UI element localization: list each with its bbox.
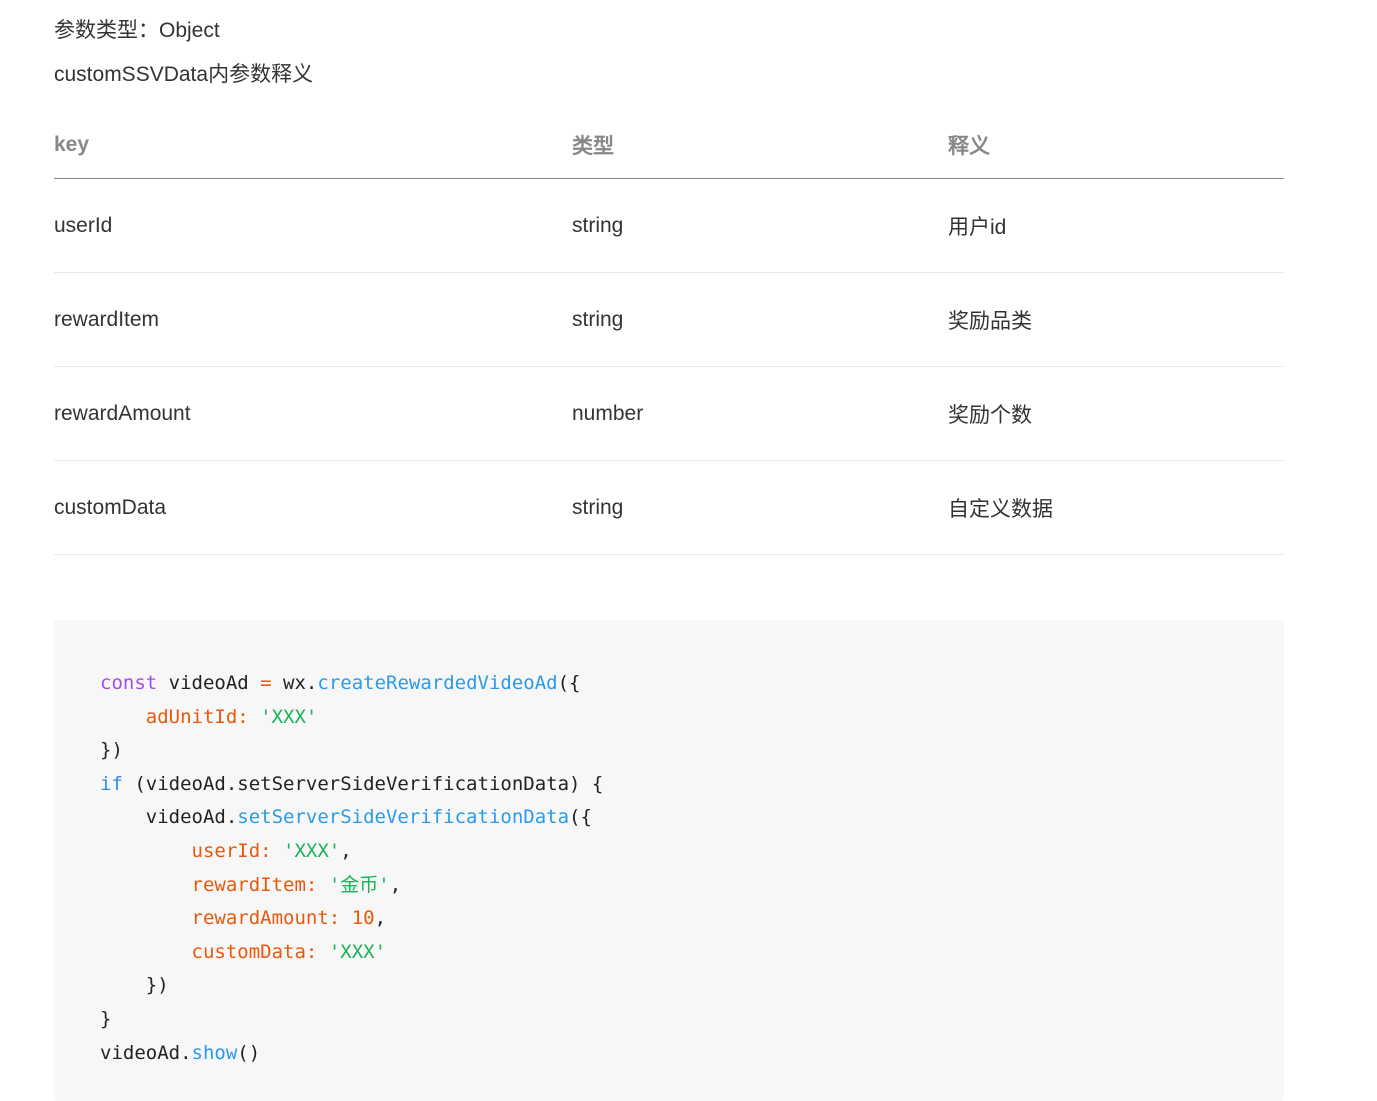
params-table: key 类型 释义 userId string 用户id rewardItem … bbox=[54, 112, 1284, 555]
cell-key: customData bbox=[54, 460, 572, 555]
code-punct: }) bbox=[100, 739, 123, 762]
param-type-line: 参数类型：Object bbox=[54, 19, 220, 42]
code-prop-userid: userId: bbox=[191, 839, 272, 862]
code-fn-create: createRewardedVideoAd bbox=[317, 672, 558, 694]
cell-type: string bbox=[572, 460, 948, 555]
param-desc-title: customSSVData内参数释义 bbox=[54, 63, 314, 86]
code-wx-object: wx. bbox=[271, 672, 318, 694]
table-row: customData string 自定义数据 bbox=[54, 460, 1284, 555]
cell-desc: 自定义数据 bbox=[948, 460, 1284, 555]
code-punct: () bbox=[237, 1041, 261, 1064]
code-if-condition: (videoAd.setServerSideVerificationData) … bbox=[122, 772, 604, 795]
code-content: const videoAd = wx.createRewardedVideoAd… bbox=[100, 667, 1284, 1070]
code-string-userid: 'XXX' bbox=[283, 839, 341, 862]
code-keyword-const: const bbox=[100, 672, 158, 694]
cell-desc: 奖励品类 bbox=[948, 272, 1284, 367]
cell-key: rewardItem bbox=[54, 272, 572, 367]
header-key: key bbox=[54, 112, 572, 179]
code-block[interactable]: const videoAd = wx.createRewardedVideoAd… bbox=[54, 620, 1284, 1101]
code-string-adunitid: 'XXX' bbox=[260, 705, 318, 728]
code-fn-show: show bbox=[191, 1041, 238, 1064]
table-row: rewardAmount number 奖励个数 bbox=[54, 366, 1284, 461]
code-keyword-if: if bbox=[100, 772, 123, 795]
header-type: 类型 bbox=[572, 112, 948, 179]
code-prop-rewarditem: rewardItem: bbox=[191, 873, 318, 896]
cell-type: string bbox=[572, 178, 948, 273]
code-punct: } bbox=[100, 1007, 112, 1030]
code-var-name: videoAd bbox=[157, 672, 261, 694]
table-row: userId string 用户id bbox=[54, 178, 1284, 273]
code-punct: ({ bbox=[569, 806, 592, 829]
code-show-object: videoAd. bbox=[100, 1041, 192, 1064]
header-desc: 释义 bbox=[948, 112, 1284, 179]
code-operator-eq: = bbox=[260, 672, 272, 694]
cell-type: number bbox=[572, 366, 948, 461]
code-number-rewardamount: 10 bbox=[351, 907, 375, 930]
cell-key: userId bbox=[54, 178, 572, 273]
cell-desc: 用户id bbox=[948, 178, 1284, 273]
code-fn-set: setServerSideVerificationData bbox=[237, 806, 570, 829]
code-comma: , bbox=[374, 907, 387, 930]
cell-desc: 奖励个数 bbox=[948, 366, 1284, 461]
code-string-customdata: 'XXX' bbox=[328, 940, 387, 963]
code-comma: , bbox=[389, 873, 402, 896]
code-punct: ({ bbox=[557, 672, 581, 694]
cell-key: rewardAmount bbox=[54, 366, 572, 461]
code-punct: }) bbox=[145, 974, 169, 997]
code-string-rewarditem: '金币' bbox=[328, 873, 390, 896]
code-prop-adunitid: adUnitId: bbox=[145, 705, 249, 728]
code-call-object: videoAd. bbox=[145, 806, 238, 829]
cell-type: string bbox=[572, 272, 948, 367]
code-prop-rewardamount: rewardAmount: bbox=[191, 907, 341, 930]
code-comma: , bbox=[340, 839, 352, 862]
table-row: rewardItem string 奖励品类 bbox=[54, 272, 1284, 367]
table-header-row: key 类型 释义 bbox=[54, 112, 1284, 179]
code-prop-customdata: customData: bbox=[191, 940, 318, 963]
